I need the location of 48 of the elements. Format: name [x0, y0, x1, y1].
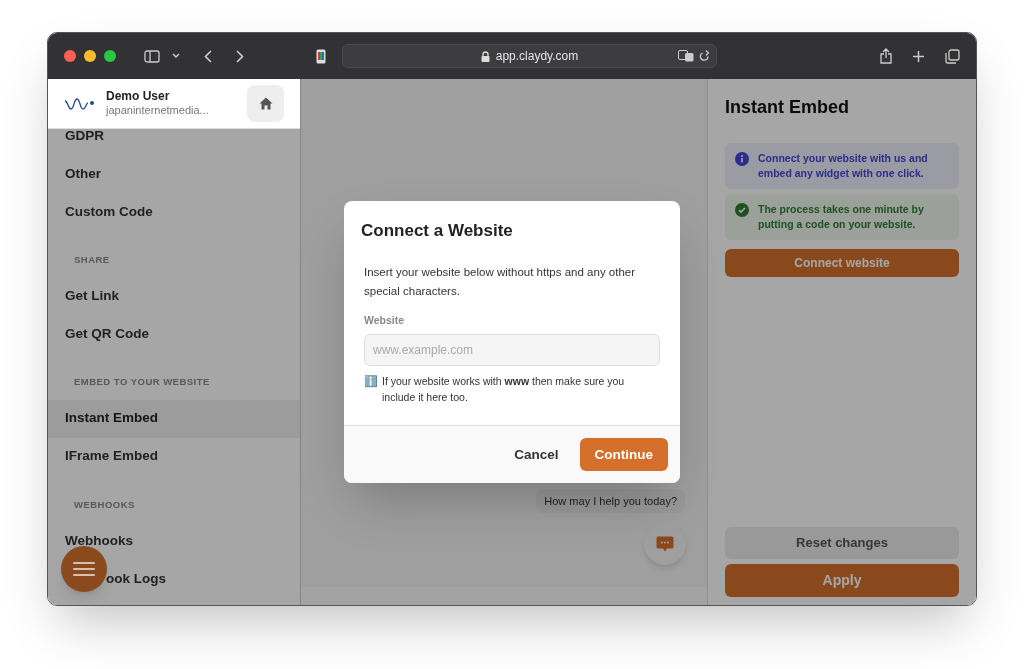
continue-button[interactable]: Continue: [579, 438, 668, 472]
tab-favicon-icon[interactable]: [316, 48, 326, 64]
close-window-button[interactable]: [64, 50, 76, 62]
section-heading: EMBED TO YOUR WEBSITE: [73, 375, 211, 390]
sidebar-item[interactable]: Get QR Code: [48, 315, 300, 354]
sidebar-item[interactable]: Other: [48, 155, 300, 193]
info-icon: ℹ: [364, 373, 378, 390]
notice-text: Connect your website with us and embed any widget with one click.: [758, 151, 929, 181]
home-button[interactable]: [247, 85, 284, 122]
back-icon[interactable]: [204, 49, 212, 63]
notice-text: The process takes one minute by putting a code on your website.: [758, 202, 925, 232]
menu-icon: [73, 562, 95, 576]
translate-icon[interactable]: [678, 50, 694, 62]
section-heading: SHARE: [73, 253, 111, 267]
share-icon[interactable]: [880, 48, 892, 64]
cancel-button[interactable]: Cancel: [510, 438, 563, 472]
check-circle-icon: [735, 203, 749, 217]
logo-icon: [64, 96, 94, 111]
tabs-overview-icon[interactable]: [945, 48, 960, 64]
chat-icon: [656, 536, 674, 552]
section-heading: WEBHOOKS: [73, 497, 136, 512]
dialog-title: Connect a Website: [360, 219, 514, 242]
hint-text: If your website works with www then make sure you include it here too.: [382, 374, 626, 406]
user-name: Demo User: [106, 89, 171, 105]
reload-icon[interactable]: [699, 50, 710, 62]
sidebar-item[interactable]: GDPR: [48, 129, 300, 155]
sidebar-icon[interactable]: [144, 49, 160, 63]
panel-title: Instant Embed: [725, 96, 850, 119]
minimize-window-button[interactable]: [84, 50, 96, 62]
lock-icon: [480, 50, 490, 62]
chat-button[interactable]: [644, 523, 686, 565]
chevron-down-icon[interactable]: [172, 53, 180, 59]
dialog-description: Insert your website below without https and any other special characters.: [363, 265, 637, 300]
info-icon: [735, 152, 749, 166]
zoom-window-button[interactable]: [104, 50, 116, 62]
reset-changes-button[interactable]: Reset changes: [725, 527, 959, 559]
sidebar-item[interactable]: Custom Code: [48, 193, 300, 231]
chat-bubble: How may I help you today?: [536, 488, 685, 513]
sidebar-item[interactable]: Instant Embed: [48, 399, 300, 438]
user-email: japaninternetmedia...: [106, 104, 209, 118]
website-input[interactable]: www.example.com: [364, 334, 660, 367]
url-text: app.claydy.com: [495, 48, 579, 65]
address-bar[interactable]: app.claydy.com: [342, 44, 717, 68]
field-label: Website: [363, 313, 406, 329]
sidebar-item[interactable]: Get Link: [48, 277, 300, 316]
new-tab-icon[interactable]: [912, 49, 925, 63]
forward-icon[interactable]: [236, 49, 244, 63]
home-icon: [258, 97, 273, 110]
